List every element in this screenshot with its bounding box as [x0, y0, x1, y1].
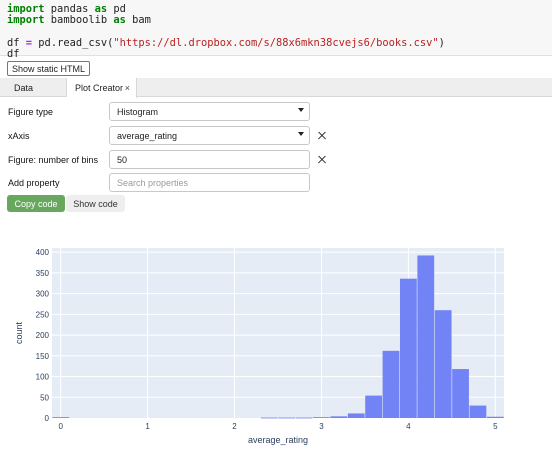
tab-data-label: Data — [14, 82, 34, 93]
y-axis-label: count — [14, 321, 24, 344]
histogram-bar[interactable] — [382, 350, 400, 418]
histogram-bar[interactable] — [399, 278, 417, 418]
histogram-bar[interactable] — [417, 255, 435, 418]
xaxis-value: average_rating — [117, 130, 178, 141]
y-tick-label: 250 — [36, 310, 50, 319]
y-tick-label: 0 — [45, 414, 50, 423]
xaxis-select[interactable]: average_rating — [109, 126, 310, 145]
x-tick-label: 0 — [58, 422, 63, 431]
code-line-2: import bamboolib as bam — [7, 14, 151, 27]
x-tick-label: 2 — [232, 422, 237, 431]
xaxis-label: xAxis — [8, 131, 30, 141]
y-tick-label: 300 — [36, 290, 50, 299]
histogram-bar[interactable] — [313, 417, 330, 418]
figure-type-select[interactable]: Histogram — [109, 102, 310, 121]
figure-type-label: Figure type — [8, 107, 54, 117]
code-cell[interactable]: import pandas as pd import bamboolib as … — [0, 0, 552, 60]
histogram-bar[interactable] — [347, 413, 365, 418]
histogram-bar[interactable] — [330, 416, 348, 418]
copy-code-button[interactable]: Copy code — [7, 195, 65, 212]
search-properties-placeholder: Search properties — [117, 177, 189, 188]
x-tick-labels: 0 1 2 3 4 5 — [58, 422, 498, 431]
bins-input[interactable]: 50 — [109, 150, 310, 169]
histogram-bar[interactable] — [434, 310, 452, 418]
bins-value: 50 — [117, 154, 128, 165]
histogram-bar[interactable] — [295, 417, 313, 419]
chevron-down-icon — [298, 132, 304, 136]
tab-data[interactable]: Data — [0, 78, 67, 97]
y-tick-label: 50 — [40, 393, 49, 402]
code-line-3: df = pd.read_csv("https://dl.dropbox.com… — [7, 36, 445, 49]
add-property-label: Add property — [8, 178, 60, 188]
code-line-1: import pandas as pd — [7, 3, 126, 15]
remove-bins-icon[interactable] — [316, 154, 328, 166]
y-tick-label: 100 — [36, 373, 50, 382]
histogram-bar[interactable] — [469, 405, 487, 418]
y-tick-label: 400 — [36, 248, 50, 257]
x-axis-label: average_rating — [248, 435, 308, 445]
histogram-bar[interactable] — [452, 369, 469, 418]
histogram-bar[interactable] — [486, 416, 504, 418]
x-tick-label: 5 — [493, 422, 498, 431]
x-tick-label: 1 — [145, 422, 150, 431]
histogram-chart[interactable]: 0 1 2 3 4 5 0 50 100 150 200 250 300 350 400 average_… — [0, 240, 552, 452]
bins-label: Figure: number of bins — [8, 155, 99, 165]
x-tick-label: 4 — [406, 422, 411, 431]
histogram-bar[interactable] — [260, 417, 278, 419]
histogram-bar[interactable] — [365, 395, 383, 418]
figure-type-value: Histogram — [117, 106, 159, 117]
histogram-bar[interactable] — [52, 417, 70, 418]
remove-xaxis-icon[interactable] — [316, 130, 328, 142]
histogram-bar[interactable] — [278, 417, 296, 419]
y-tick-label: 350 — [36, 269, 50, 278]
tab-plot-creator-label: Plot Creator — [75, 83, 124, 93]
show-static-html-button[interactable]: Show static HTML — [7, 61, 90, 76]
chevron-down-icon — [298, 108, 304, 112]
x-tick-label: 3 — [319, 422, 324, 431]
search-properties-input[interactable]: Search properties — [109, 173, 310, 192]
y-tick-label: 200 — [36, 331, 50, 340]
tab-bar: Data Plot Creator × — [0, 78, 552, 98]
show-code-button[interactable]: Show code — [66, 195, 125, 212]
code-line-4: df — [7, 48, 20, 61]
y-tick-label: 150 — [36, 352, 50, 361]
tab-plot-creator[interactable]: Plot Creator × — [67, 78, 137, 98]
y-tick-labels: 0 50 100 150 200 250 300 350 400 — [36, 248, 50, 423]
close-icon[interactable]: × — [125, 83, 130, 93]
